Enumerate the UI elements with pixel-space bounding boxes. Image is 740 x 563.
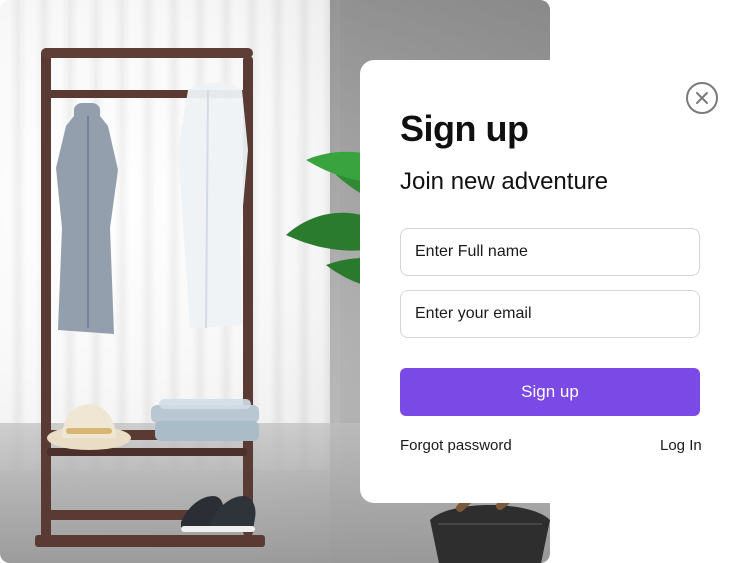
towel-image	[178, 82, 248, 329]
email-input[interactable]	[401, 291, 699, 337]
email-field	[400, 290, 700, 338]
close-icon	[696, 92, 708, 104]
shoes-image	[181, 496, 256, 532]
folded-clothes-image	[151, 399, 259, 441]
signup-screen: Sign up Join new adventure Sign up Forgo…	[0, 0, 740, 563]
close-button[interactable]	[686, 82, 718, 114]
page-subtitle: Join new adventure	[400, 168, 609, 195]
full-name-input[interactable]	[401, 229, 699, 275]
hat-image	[47, 404, 131, 450]
page-title: Sign up	[400, 108, 529, 149]
signup-button[interactable]: Sign up	[400, 368, 700, 416]
shirt-image	[56, 103, 118, 334]
full-name-field	[400, 228, 700, 276]
login-link[interactable]: Log In	[660, 437, 702, 454]
forgot-password-link[interactable]: Forgot password	[400, 437, 512, 454]
